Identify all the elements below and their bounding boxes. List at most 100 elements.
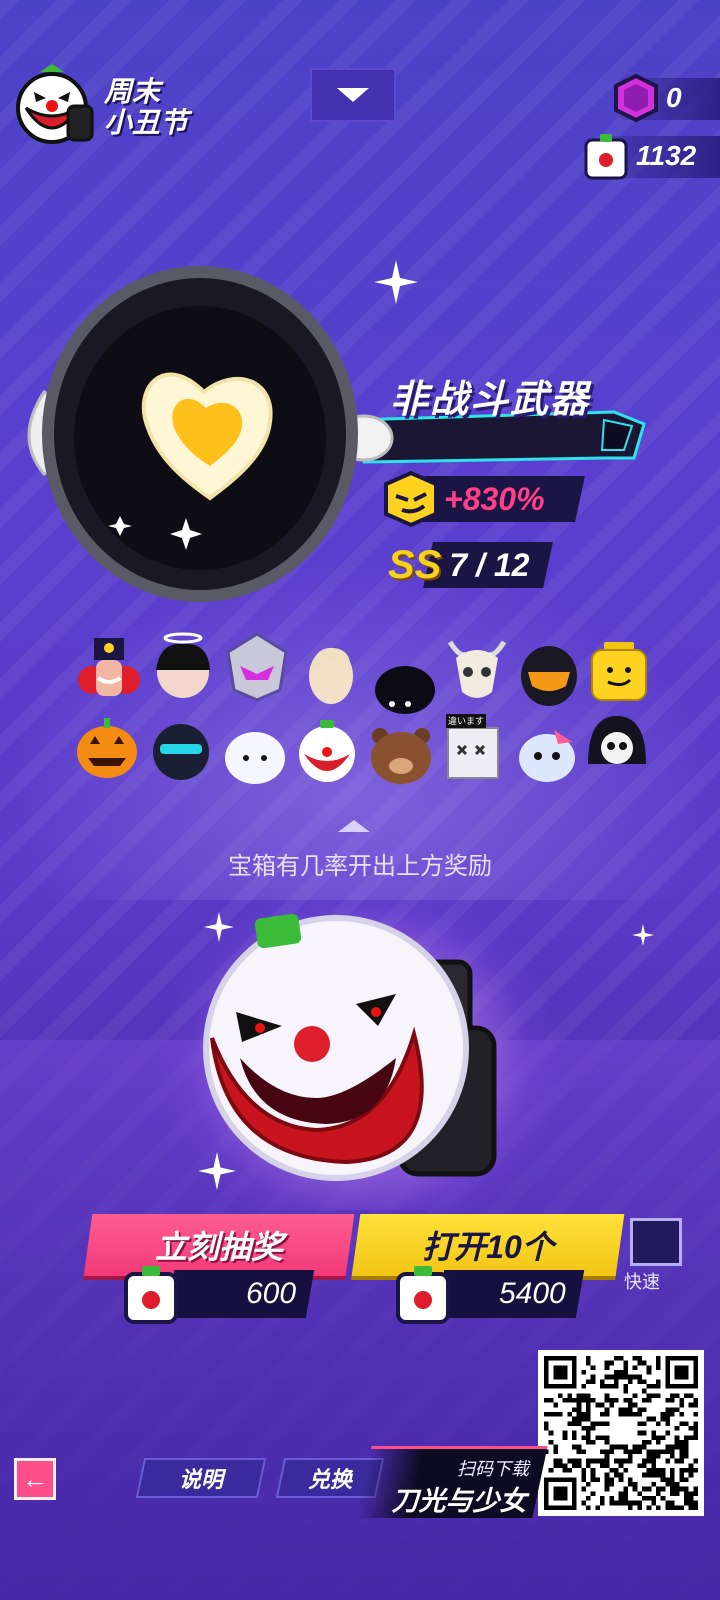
qr-module [642, 1458, 647, 1464]
qr-module [609, 1374, 614, 1380]
qr-module [684, 1468, 689, 1473]
qr-module [623, 1384, 628, 1389]
qr-module [684, 1491, 689, 1496]
qr-module [674, 1458, 680, 1464]
qr-module [618, 1477, 624, 1482]
qr-module [656, 1505, 661, 1510]
clown-box-token-icon [584, 134, 628, 180]
qr-module [604, 1360, 610, 1366]
qr-module [576, 1463, 582, 1468]
qr-module [586, 1356, 591, 1361]
qr-module [572, 1430, 577, 1436]
qr-module [581, 1486, 586, 1492]
qr-module [656, 1440, 661, 1445]
clown-head-icon[interactable] [290, 714, 364, 788]
qr-module [674, 1435, 680, 1440]
qr-module [558, 1458, 563, 1464]
brown-bear-head-icon[interactable] [364, 716, 438, 790]
qr-module [572, 1416, 577, 1422]
qr-module [693, 1398, 698, 1403]
qr-module [581, 1472, 586, 1478]
qr-module [623, 1500, 628, 1506]
yellow-lego-head-icon[interactable] [582, 636, 656, 710]
tab-info[interactable]: 说明 [135, 1458, 267, 1498]
quick-open-checkbox[interactable] [630, 1218, 682, 1266]
qr-module [688, 1468, 694, 1473]
qr-module [693, 1402, 698, 1408]
dead-box-head-icon[interactable]: 違います [436, 712, 510, 786]
white-blob-head-icon[interactable] [218, 718, 292, 792]
qr-module [674, 1486, 680, 1492]
qr-module [632, 1412, 638, 1417]
qr-module [693, 1421, 698, 1426]
qr-module [651, 1454, 656, 1459]
download-promo-banner[interactable]: 扫码下载 刀光与少女 [356, 1446, 548, 1518]
qr-module [646, 1384, 652, 1389]
qr-module [553, 1412, 558, 1417]
qr-module [651, 1468, 656, 1473]
qr-module [651, 1416, 656, 1422]
qr-module [604, 1477, 610, 1482]
qr-module [660, 1477, 666, 1482]
qr-module [693, 1491, 698, 1496]
qr-module [581, 1426, 586, 1431]
qr-module [609, 1500, 614, 1506]
clown-treasure-box[interactable] [196, 908, 516, 1188]
qr-module [604, 1393, 610, 1398]
qr-module [651, 1393, 656, 1398]
qr-module [665, 1398, 670, 1403]
qr-module [688, 1496, 694, 1501]
qr-module [548, 1398, 554, 1403]
qr-module [628, 1505, 633, 1510]
qr-module [623, 1486, 628, 1492]
fish-head-icon[interactable] [510, 716, 584, 790]
draw-now-cost: 600 [165, 1270, 315, 1318]
qr-module [581, 1412, 586, 1417]
qr-module [642, 1360, 647, 1366]
qr-module [674, 1440, 680, 1445]
qr-module [656, 1454, 661, 1459]
qr-module [623, 1491, 628, 1496]
qr-module [670, 1482, 675, 1487]
blue-knight-helmet-icon[interactable] [144, 712, 218, 786]
grim-reaper-head-icon[interactable] [580, 708, 654, 782]
qr-module [618, 1407, 624, 1412]
qr-module [628, 1477, 633, 1482]
qr-module [642, 1430, 647, 1436]
qr-module [623, 1360, 628, 1366]
qr-module [670, 1454, 675, 1459]
qr-module [576, 1416, 582, 1422]
qr-module [642, 1472, 647, 1478]
qr-module [642, 1440, 647, 1445]
qr-module [581, 1398, 586, 1403]
qr-module [637, 1491, 642, 1496]
jack-o-lantern-head-icon[interactable] [70, 710, 144, 784]
nutcracker-head-icon[interactable] [72, 634, 146, 708]
qr-module [684, 1444, 689, 1450]
qr-module [586, 1426, 591, 1431]
qr-module [614, 1398, 619, 1403]
qr-module [679, 1444, 684, 1450]
qr-module [553, 1449, 558, 1454]
qr-module [586, 1402, 591, 1408]
qr-module [642, 1388, 647, 1394]
qr-module [572, 1421, 577, 1426]
angel-black-hair-head-icon[interactable] [146, 630, 220, 704]
blonde-hair-head-icon[interactable] [294, 636, 368, 710]
clown-mascot-icon[interactable] [12, 62, 98, 148]
qr-module [590, 1491, 596, 1496]
qr-module [665, 1505, 670, 1510]
qr-module [637, 1505, 642, 1510]
qr-module [632, 1365, 638, 1370]
back-button[interactable]: ← [14, 1458, 56, 1500]
event-dropdown-button[interactable] [310, 68, 396, 122]
qr-module [576, 1421, 582, 1426]
qr-module [618, 1370, 624, 1375]
horned-skull-head-icon[interactable] [440, 632, 514, 706]
qr-module [600, 1412, 605, 1417]
token-currency: 1132 [580, 130, 720, 182]
golden-visor-helmet-icon[interactable] [512, 638, 586, 712]
qr-module [670, 1491, 675, 1496]
qr-module [572, 1407, 577, 1412]
mech-helmet-head-icon[interactable] [220, 630, 294, 704]
